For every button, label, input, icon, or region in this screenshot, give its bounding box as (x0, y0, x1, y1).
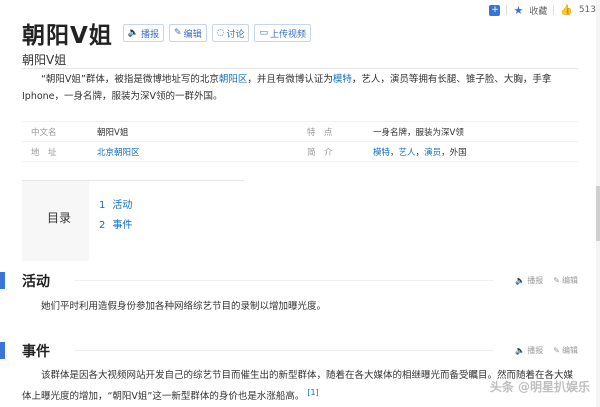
section-marker (0, 272, 5, 289)
section-broadcast-label: 播报 (527, 346, 544, 355)
link-model[interactable]: 模特 (373, 148, 390, 158)
thumbs-up-icon[interactable]: 👍 (560, 5, 572, 16)
link-actor[interactable]: 演员 (424, 148, 441, 158)
section-paragraph: 她们平时利用造假身份参加各种网络综艺节目的录制以增加曝光度。 (41, 301, 327, 312)
speaker-icon: 🔈 (515, 346, 526, 355)
edit-button[interactable]: ✎ 编辑 (169, 24, 207, 42)
section-edit-button[interactable]: ✎ 编辑 (553, 275, 578, 286)
page-title: 朝阳V姐 (22, 23, 113, 49)
video-icon: ▭ (259, 28, 268, 38)
watermark: 头条 @明星扒娱乐 (489, 380, 590, 394)
pencil-icon: ✎ (553, 346, 560, 355)
broadcast-button[interactable]: 🔈 播报 (122, 24, 165, 42)
divider (22, 68, 578, 69)
section-broadcast-button[interactable]: 🔈 播报 (515, 345, 543, 356)
pencil-icon: ✎ (553, 276, 560, 285)
summary-text: “朝阳V姐”群体，被指是微博地址写的北京 (41, 74, 219, 85)
info-value: 一身名牌，服装为深V领 (373, 127, 464, 138)
toc-item-label: 活动 (112, 200, 133, 211)
section-title-events: 事件 (22, 344, 50, 360)
toc-item-events[interactable]: 2 事件 (99, 216, 132, 231)
divider (553, 5, 555, 15)
speaker-icon: 🔈 (127, 28, 140, 38)
section-rule (74, 280, 494, 281)
toc-item-label: 事件 (112, 220, 133, 231)
add-icon[interactable]: + (489, 4, 501, 16)
section-broadcast-button[interactable]: 🔈 播报 (515, 275, 543, 286)
section-edit-button[interactable]: ✎ 编辑 (553, 345, 578, 356)
section-tools: 🔈 播报 ✎ 编辑 (515, 345, 578, 356)
info-key: 地 址 (31, 147, 57, 158)
link-model[interactable]: 模特 (333, 74, 352, 85)
collect-button[interactable]: 收藏 (529, 4, 547, 17)
table-of-contents: 目录 1 活动 2 事件 (22, 180, 244, 261)
info-value-tail: ，外国 (441, 147, 467, 158)
upload-video-button[interactable]: ▭ 上传视频 (254, 24, 312, 42)
reference-link[interactable]: [1] (307, 388, 318, 397)
link-beijing-chaoyang[interactable]: 北京朝阳区 (97, 146, 307, 158)
info-row: 中文名 朝阳V姐 特 点 一身名牌，服装为深V领 (22, 121, 578, 142)
section-title-activity: 活动 (22, 274, 50, 290)
pencil-icon: ✎ (174, 28, 182, 38)
top-toolbar: + ★ 收藏 👍 513 (489, 2, 596, 18)
toc-item-number: 1 (99, 200, 106, 211)
toc-item-activity[interactable]: 1 活动 (99, 196, 132, 211)
like-count: 513 (578, 5, 596, 15)
summary-text: ，并且有微博认证为 (247, 74, 333, 85)
section-broadcast-label: 播报 (527, 276, 544, 285)
link-artist[interactable]: 艺人 (399, 148, 416, 158)
summary-paragraph: “朝阳V姐”群体，被指是微博地址写的北京朝阳区，并且有微博认证为模特，艺人，演员… (22, 71, 578, 105)
broadcast-label: 播报 (141, 29, 160, 40)
section-marker (0, 342, 5, 359)
edit-label: 编辑 (183, 29, 202, 40)
page-subtitle: 朝阳V姐 (22, 53, 67, 67)
info-value: 朝阳V姐 (97, 127, 129, 138)
info-key: 简 介 (307, 147, 333, 158)
info-key: 特 点 (307, 127, 333, 138)
section-rule (74, 350, 494, 351)
chat-bubble-icon: ◌ (216, 28, 225, 38)
info-key: 中文名 (31, 127, 57, 138)
basic-info-table: 中文名 朝阳V姐 特 点 一身名牌，服装为深V领 地 址 北京朝阳区 简 介 模… (22, 121, 578, 162)
divider (506, 5, 508, 15)
discuss-button[interactable]: ◌ 讨论 (211, 24, 250, 42)
toc-item-number: 2 (99, 220, 106, 231)
info-value: 模特，艺人，演员，外国 (373, 147, 467, 158)
upload-video-label: 上传视频 (270, 29, 307, 40)
speaker-icon: 🔈 (515, 276, 526, 285)
link-chaoyang[interactable]: 朝阳区 (219, 74, 248, 85)
title-row: 朝阳V姐 🔈 播报 ✎ 编辑 ◌ 讨论 ▭ 上传视频 (22, 16, 316, 50)
section-edit-label: 编辑 (562, 346, 578, 355)
star-icon[interactable]: ★ (513, 5, 523, 16)
section-tools: 🔈 播报 ✎ 编辑 (515, 275, 578, 286)
toc-list: 1 活动 2 事件 (89, 181, 244, 261)
scrollbar-thumb[interactable] (596, 186, 600, 241)
section-edit-label: 编辑 (562, 276, 578, 285)
discuss-label: 讨论 (226, 29, 245, 40)
toc-title: 目录 (47, 211, 72, 225)
scrollbar[interactable] (596, 0, 600, 407)
info-row: 地 址 北京朝阳区 简 介 模特，艺人，演员，外国 (22, 142, 578, 162)
